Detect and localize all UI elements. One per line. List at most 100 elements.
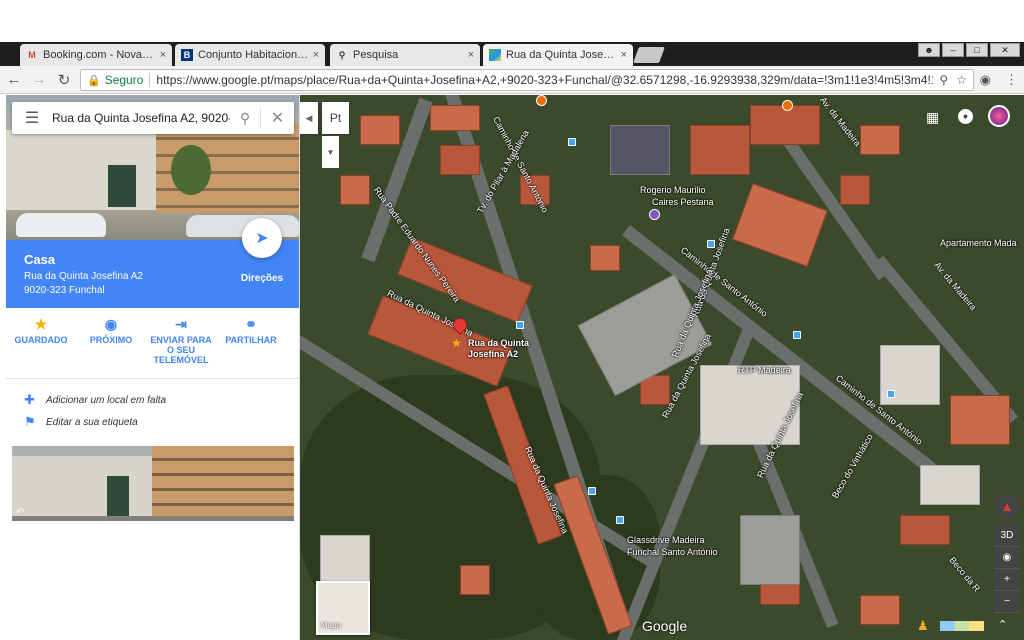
my-location-icon[interactable]: ◉ <box>994 547 1020 569</box>
bus-stop-icon[interactable] <box>793 331 801 339</box>
menu-dots-icon[interactable]: ⋮ <box>1005 72 1018 88</box>
search-input[interactable]: Rua da Quinta Josefina A2, 9020- <box>52 111 230 125</box>
collapse-panel-button[interactable]: ◀ <box>300 102 318 134</box>
bus-stop-icon[interactable] <box>887 390 895 398</box>
expand-icon[interactable]: ⌃ <box>998 618 1007 631</box>
action-label: PRÓXIMO <box>89 335 133 345</box>
compass-icon[interactable]: ▲ <box>994 493 1020 519</box>
marker-label: Rua da Quinta <box>468 338 530 348</box>
share-button[interactable]: ⚭ PARTILHAR <box>216 315 286 375</box>
user-icon[interactable]: ☻ <box>918 43 940 57</box>
window-controls: ☻ – □ ✕ <box>918 43 1020 57</box>
secure-label: Seguro <box>104 73 144 87</box>
street-label: Rua Padre Eduardo Nunes Pereira <box>371 185 463 304</box>
search-box[interactable]: ☰ Rua da Quinta Josefina A2, 9020- ⚲ ✕ <box>12 102 294 134</box>
building-roof <box>840 175 870 205</box>
bus-stop-icon[interactable] <box>588 487 596 495</box>
menu-icon[interactable]: ☰ <box>12 108 52 128</box>
url-text[interactable]: https://www.google.pt/maps/place/Rua+da+… <box>156 73 933 87</box>
place-type: Casa <box>24 252 56 267</box>
add-place-icon: ✚ <box>24 392 35 407</box>
marker-label: Josefina A2 <box>468 349 519 359</box>
building-roof <box>860 125 900 155</box>
map-type-toggle[interactable]: Mapa <box>316 581 370 635</box>
send-to-phone-button[interactable]: ⇥ ENVIAR PARA O SEU TELEMÓVEL <box>146 315 216 375</box>
action-label: GUARDADO <box>14 335 68 345</box>
nearby-icon: ◉ <box>104 316 118 332</box>
close-window-button[interactable]: ✕ <box>990 43 1020 57</box>
street-label: Beco da R <box>947 555 983 594</box>
place-of-interest-icon[interactable] <box>649 209 660 220</box>
edit-label-row[interactable]: ⚑ Editar a sua etiqueta <box>24 414 138 430</box>
reload-icon[interactable]: ↻ <box>53 71 75 89</box>
apps-grid-icon[interactable]: ▦ <box>926 109 939 126</box>
restaurant-icon[interactable] <box>536 95 547 106</box>
lock-icon: 🔒 <box>87 74 101 87</box>
close-icon[interactable]: × <box>621 49 627 61</box>
restaurant-icon[interactable] <box>782 100 793 111</box>
search-icon[interactable]: ⚲ <box>230 110 260 127</box>
zoom-icon[interactable]: ⚲ <box>939 73 948 87</box>
action-label: PARTILHAR <box>225 335 277 345</box>
directions-icon[interactable]: ➤ <box>242 218 282 258</box>
back-arrow-icon[interactable]: ← <box>3 71 25 88</box>
satellite-map[interactable]: Caminho de Santo António Tv. do Pilar à … <box>300 95 1024 640</box>
bus-stop-icon[interactable] <box>516 321 524 329</box>
building-roof <box>950 395 1010 445</box>
bus-stop-icon[interactable] <box>616 516 624 524</box>
street-view-icon: ↶ <box>16 507 25 518</box>
extension-icon[interactable]: ◉ <box>980 72 991 88</box>
building-flat-roof <box>740 515 800 585</box>
bookmark-star-icon[interactable]: ☆ <box>956 73 967 87</box>
star-icon: ★ <box>34 316 48 332</box>
bus-stop-icon[interactable] <box>568 138 576 146</box>
maximize-button[interactable]: □ <box>966 43 988 57</box>
pegman-icon[interactable]: ♟ <box>917 618 929 634</box>
directions-label[interactable]: Direções <box>234 273 290 284</box>
tab-label: Conjunto Habitacional de <box>198 49 309 61</box>
poi-label: RTP Madeira <box>738 365 791 375</box>
add-missing-place-row[interactable]: ✚ Adicionar um local em falta <box>24 392 166 408</box>
building-roof <box>690 125 750 175</box>
close-icon[interactable]: × <box>160 49 166 61</box>
tab-conjunto[interactable]: B Conjunto Habitacional de × <box>175 44 325 66</box>
address-bar[interactable]: 🔒 Seguro https://www.google.pt/maps/plac… <box>80 69 974 91</box>
avatar[interactable] <box>988 105 1010 127</box>
close-icon[interactable]: × <box>313 49 319 61</box>
chevron-down-icon[interactable]: ▼ <box>322 136 339 168</box>
zoom-out-button[interactable]: − <box>994 591 1020 613</box>
share-icon: ⚭ <box>245 316 257 332</box>
tab-maps[interactable]: Rua da Quinta Josefina A2 × <box>483 44 633 66</box>
notifications-icon[interactable]: ● <box>958 109 973 124</box>
address-line: 9020-323 Funchal <box>24 285 105 296</box>
forward-arrow-icon[interactable]: → <box>28 71 50 88</box>
close-icon[interactable]: × <box>468 49 474 61</box>
poi-label: Apartamento Mada <box>940 238 1017 248</box>
booking-icon: B <box>181 49 193 61</box>
street-view-thumbnail[interactable]: ↶ <box>12 446 294 521</box>
google-logo: Google <box>642 618 688 634</box>
building-roof <box>732 183 828 267</box>
pt-button[interactable]: Pt <box>322 102 349 134</box>
address-line: Rua da Quinta Josefina A2 <box>24 271 143 282</box>
minimize-button[interactable]: – <box>942 43 964 57</box>
nearby-button[interactable]: ◉ PRÓXIMO <box>76 315 146 375</box>
building-flat-roof <box>577 273 713 397</box>
close-icon[interactable]: ✕ <box>260 108 294 128</box>
building-roof <box>430 105 480 131</box>
zoom-in-button[interactable]: + <box>994 569 1020 591</box>
building-white <box>920 465 980 505</box>
photo-door <box>108 165 136 207</box>
building-roof <box>900 515 950 545</box>
tab-pesquisa[interactable]: ⚲ Pesquisa × <box>330 44 480 66</box>
maps-icon <box>489 49 501 61</box>
tab-booking[interactable]: M Booking.com - Nova reserva × <box>20 44 172 66</box>
imagery-thumbnails[interactable] <box>940 621 984 631</box>
save-button[interactable]: ★ GUARDADO <box>6 315 76 375</box>
poi-label: Caires Pestana <box>652 197 714 207</box>
row-label: Editar a sua etiqueta <box>46 416 138 428</box>
divider <box>6 378 299 379</box>
tilt-3d-button[interactable]: 3D <box>994 525 1020 547</box>
building-roof <box>340 175 370 205</box>
tab-label: Pesquisa <box>353 49 399 61</box>
